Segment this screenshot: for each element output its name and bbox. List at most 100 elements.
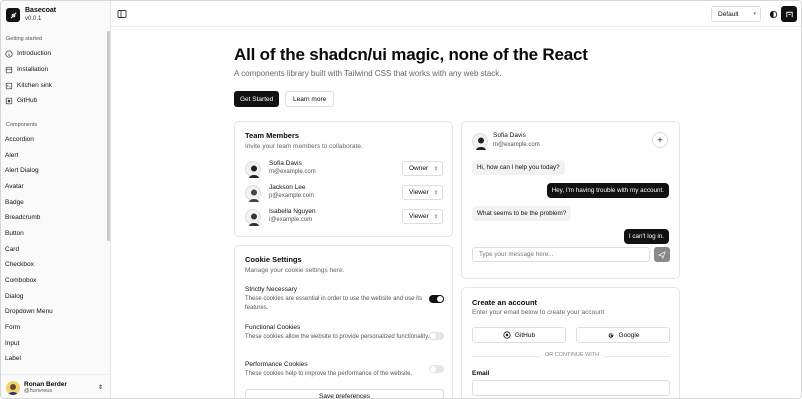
user-name: Ronan Berder: [24, 381, 67, 388]
create-account-card: Create an account Enter your email below…: [461, 287, 680, 398]
github-signup-label: GitHub: [514, 331, 536, 339]
moon-icon: [769, 10, 777, 18]
list-item: Isabella Nguyen i@example.com Viewer ⇕: [245, 207, 445, 227]
page-title: All of the shadcn/ui magic, none of the …: [234, 45, 588, 64]
github-signup-button[interactable]: GitHub: [472, 327, 566, 343]
sidebar-item-badge[interactable]: Badge: [5, 196, 24, 209]
sidebar-item-label: Card: [5, 246, 20, 253]
role-select[interactable]: Owner ⇕: [402, 161, 443, 176]
sidebar-item-label: Input: [5, 340, 20, 347]
brand-logo-icon: [6, 8, 20, 22]
sidebar-item-label: Form: [5, 324, 21, 331]
sidebar-item-avatar[interactable]: Avatar: [5, 180, 24, 193]
send-button[interactable]: [654, 247, 670, 262]
brand-version: v0.0.1: [25, 16, 42, 22]
sidebar-item-introduction[interactable]: Introduction: [5, 47, 51, 60]
chat-message: What seems to be the problem?: [472, 206, 572, 221]
sidebar-item-dropdown-menu[interactable]: Dropdown Menu: [5, 305, 53, 318]
card-description: Enter your email below to create your ac…: [472, 309, 605, 316]
sidebar-item-input[interactable]: Input: [5, 337, 19, 350]
sidebar-item-installation[interactable]: Installation: [5, 63, 48, 76]
sidebar-item-alert[interactable]: Alert: [5, 149, 18, 162]
sidebar-item-button[interactable]: Button: [5, 227, 24, 240]
section-components: Components: [6, 122, 38, 128]
strictly-necessary-switch[interactable]: [429, 295, 444, 303]
role-select-value: Viewer: [409, 189, 429, 196]
code-icon: [5, 82, 13, 89]
role-select-value: Viewer: [409, 213, 429, 220]
sidebar-item-kitchen-sink[interactable]: Kitchen sink: [5, 79, 52, 92]
sidebar-item-card[interactable]: Card: [5, 243, 19, 256]
avatar: [245, 185, 261, 202]
performance-cookies-switch[interactable]: [429, 365, 444, 373]
avatar: [245, 209, 261, 226]
chat-message: Hey, I'm having trouble with my account.: [546, 183, 669, 198]
get-started-button[interactable]: Get Started: [234, 91, 280, 107]
chat-message: I can't log in.: [623, 229, 669, 244]
list-item: Jackson Lee p@example.com Viewer ⇕: [245, 183, 445, 203]
cookie-title: Performance Cookies: [245, 361, 308, 368]
new-message-button[interactable]: +: [652, 132, 668, 148]
sidebar-item-checkbox[interactable]: Checkbox: [5, 258, 34, 271]
sidebar-scrollbar[interactable]: [107, 31, 110, 241]
sidebar-item-alert-dialog[interactable]: Alert Dialog: [5, 164, 39, 177]
chevrons-up-down-icon: ⇕: [433, 189, 438, 196]
role-select-value: Owner: [409, 165, 429, 172]
switch-knob: [437, 296, 443, 302]
avatar: [472, 133, 488, 150]
sidebar: Basecoat v0.0.1 Getting started Introduc…: [1, 1, 111, 398]
sidebar-item-form[interactable]: Form: [5, 321, 20, 334]
user-handle: @hunvreus: [24, 388, 53, 394]
brand-name: Basecoat: [25, 7, 57, 14]
email-field[interactable]: [472, 380, 670, 396]
member-email: i@example.com: [269, 217, 313, 223]
theme-select[interactable]: Default ▾: [711, 6, 761, 22]
avatar: [245, 161, 261, 178]
sidebar-item-github[interactable]: GitHub: [5, 94, 37, 107]
cookie-description: These cookies allow the website to provi…: [245, 334, 430, 340]
save-preferences-button[interactable]: Save preferences: [245, 389, 444, 398]
brand[interactable]: Basecoat v0.0.1: [6, 7, 56, 23]
role-select[interactable]: Viewer ⇕: [402, 185, 443, 200]
cookie-title: Strictly Necessary: [245, 286, 298, 293]
card-description: Manage your cookie settings here.: [245, 267, 345, 274]
dark-mode-toggle[interactable]: [765, 6, 781, 22]
github-icon: [785, 11, 793, 17]
card-title: Cookie Settings: [245, 255, 302, 264]
sidebar-item-label: Kitchen sink: [17, 82, 53, 89]
chevrons-up-down-icon: ⇕: [433, 213, 438, 220]
sidebar-item-label: Button: [5, 230, 24, 237]
card-description: Invite your team members to collaborate.: [245, 143, 363, 150]
topbar: Default ▾: [111, 1, 801, 27]
cookie-description: These cookies help to improve the perfor…: [245, 371, 413, 377]
avatar: [6, 380, 20, 395]
switch-knob: [430, 366, 436, 372]
sidebar-item-accordion[interactable]: Accordion: [5, 133, 34, 146]
chevrons-up-down-icon: ⇕: [433, 165, 438, 172]
sidebar-item-breadcrumb[interactable]: Breadcrumb: [5, 211, 40, 224]
sidebar-item-label: Alert: [5, 152, 19, 159]
team-members-card: Team Members Invite your team members to…: [234, 121, 453, 237]
message-input[interactable]: Type your message here...: [472, 247, 650, 262]
sidebar-item-label: Dropdown Menu: [5, 308, 53, 315]
send-icon: [658, 250, 666, 259]
sidebar-item-combobox[interactable]: Combobox: [5, 274, 36, 287]
cookie-settings-card: Cookie Settings Manage your cookie setti…: [234, 245, 453, 398]
sidebar-toggle-icon[interactable]: [117, 9, 127, 19]
github-link-button[interactable]: [781, 6, 797, 22]
info-icon: [5, 49, 13, 58]
chevron-down-icon: ▾: [753, 11, 756, 17]
sidebar-item-label: Label: [5, 355, 21, 362]
learn-more-button[interactable]: Learn more: [285, 91, 335, 107]
google-signup-button[interactable]: Google: [576, 327, 670, 343]
chat-contact-email: m@example.com: [493, 142, 540, 148]
switch-knob: [430, 333, 436, 339]
sidebar-item-dialog[interactable]: Dialog: [5, 290, 23, 303]
package-icon: [5, 66, 13, 73]
user-menu[interactable]: Ronan Berder @hunvreus ⇕: [1, 374, 111, 398]
functional-cookies-switch[interactable]: [429, 332, 444, 340]
chat-card: Sofia Davis m@example.com + Hi, how can …: [461, 121, 680, 279]
sidebar-item-label-component[interactable]: Label: [5, 352, 21, 365]
role-select[interactable]: Viewer ⇕: [402, 209, 443, 224]
sidebar-item-label: GitHub: [17, 97, 38, 104]
